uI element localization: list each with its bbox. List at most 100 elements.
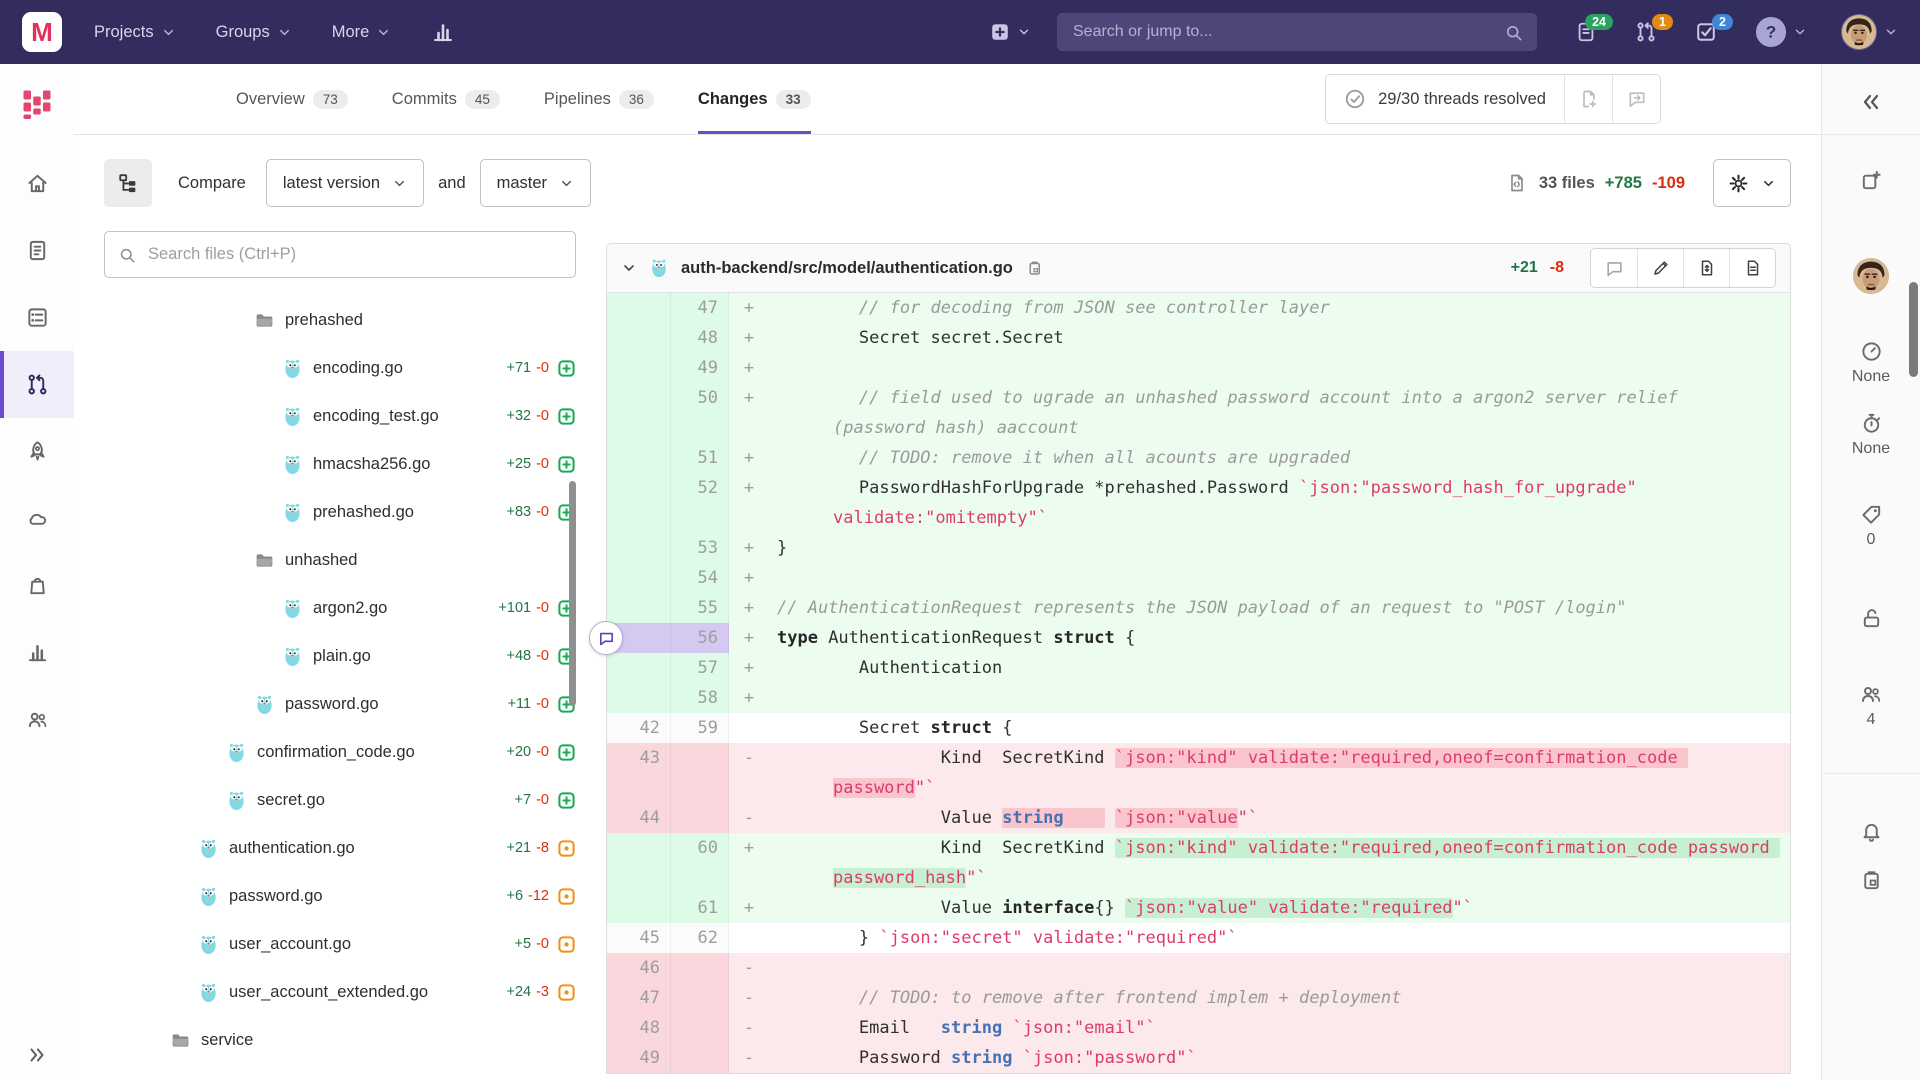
sidebar-item-merge-requests[interactable] — [0, 351, 74, 418]
tree-file-prehashed.go[interactable]: prehashed.go +83 -0 — [104, 488, 576, 536]
copy-path-button[interactable] — [1025, 259, 1043, 277]
new-line-number[interactable]: 49 — [671, 353, 729, 383]
diff-settings-button[interactable] — [1713, 159, 1791, 207]
participants-button[interactable] — [1859, 682, 1883, 706]
file-search[interactable] — [104, 231, 576, 278]
old-line-number[interactable]: 49 — [607, 1043, 671, 1073]
collapse-file-button[interactable] — [621, 260, 637, 276]
tree-file-password.go[interactable]: password.go +6 -12 — [104, 872, 576, 920]
toggle-comments-button[interactable] — [1591, 249, 1637, 287]
global-search-input[interactable] — [1071, 22, 1504, 42]
sidebar-item-members[interactable] — [0, 686, 74, 753]
new-line-number[interactable]: 55 — [671, 593, 729, 623]
page-scrollbar[interactable] — [1909, 282, 1918, 377]
jump-to-next-thread-button[interactable] — [1612, 75, 1660, 123]
new-line-number[interactable] — [671, 803, 729, 833]
global-search[interactable] — [1057, 13, 1537, 51]
tree-file-encoding.go[interactable]: encoding.go +71 -0 — [104, 344, 576, 392]
tree-folder-unhashed[interactable]: unhashed — [104, 536, 576, 584]
new-line-number[interactable]: 54 — [671, 563, 729, 593]
tab-pipelines[interactable]: Pipelines 36 — [544, 64, 654, 134]
new-line-number[interactable]: 56 — [671, 623, 729, 653]
tree-file-user_account.go[interactable]: user_account.go +5 -0 — [104, 920, 576, 968]
sidebar-item-analytics[interactable] — [0, 619, 74, 686]
new-line-number[interactable] — [671, 1013, 729, 1043]
resolve-with-issue-button[interactable] — [1564, 75, 1612, 123]
old-line-number[interactable] — [607, 323, 671, 353]
time-tracking-button[interactable] — [1860, 412, 1883, 435]
user-menu-button[interactable] — [1841, 14, 1898, 50]
nav-menu-groups[interactable]: Groups — [216, 23, 292, 42]
old-line-number[interactable] — [607, 893, 671, 923]
sidebar-item-issues[interactable] — [0, 284, 74, 351]
tree-file-confirmation_code.go[interactable]: confirmation_code.go +20 -0 — [104, 728, 576, 776]
new-line-number[interactable]: 48 — [671, 323, 729, 353]
issues-button[interactable]: 24 — [1575, 14, 1613, 43]
new-line-number[interactable] — [671, 1043, 729, 1073]
notifications-button[interactable] — [1860, 820, 1883, 843]
tree-file-argon2.go[interactable]: argon2.go +101 -0 — [104, 584, 576, 632]
sidebar-item-overview[interactable] — [0, 150, 74, 217]
merge-requests-button[interactable]: 1 — [1635, 14, 1673, 43]
threads-resolved-button[interactable]: 29/30 threads resolved — [1326, 75, 1564, 123]
sidebar-expand-button[interactable] — [0, 1044, 74, 1066]
help-menu-button[interactable] — [1755, 16, 1807, 48]
assignee-avatar[interactable] — [1853, 258, 1889, 294]
old-line-number[interactable]: 48 — [607, 1013, 671, 1043]
old-line-number[interactable] — [607, 533, 671, 563]
tree-file-authentication.go[interactable]: authentication.go +21 -8 — [104, 824, 576, 872]
milestone-button[interactable] — [1860, 340, 1883, 363]
tree-file-secret.go[interactable]: secret.go +7 -0 — [104, 776, 576, 824]
new-line-number[interactable] — [671, 743, 729, 803]
source-version-dropdown[interactable]: latest version — [265, 159, 425, 207]
new-line-number[interactable]: 59 — [671, 713, 729, 743]
new-line-number[interactable]: 47 — [671, 293, 729, 323]
sidebar-item-cicd[interactable] — [0, 418, 74, 485]
old-line-number[interactable] — [607, 653, 671, 683]
diff-file-path[interactable]: auth-backend/src/model/authentication.go — [681, 259, 1013, 278]
tab-commits[interactable]: Commits 45 — [392, 64, 500, 134]
tree-file-plain.go[interactable]: plain.go +48 -0 — [104, 632, 576, 680]
sidebar-item-packages[interactable] — [0, 552, 74, 619]
toggle-file-view-button[interactable] — [1683, 249, 1729, 287]
nav-menu-more[interactable]: More — [332, 23, 392, 42]
old-line-number[interactable] — [607, 833, 671, 893]
old-line-number[interactable] — [607, 443, 671, 473]
tree-file-hmacsha256.go[interactable]: hmacsha256.go +25 -0 — [104, 440, 576, 488]
new-line-number[interactable]: 53 — [671, 533, 729, 563]
edit-file-button[interactable] — [1637, 249, 1683, 287]
new-menu-button[interactable] — [989, 21, 1031, 43]
new-line-number[interactable]: 58 — [671, 683, 729, 713]
new-line-number[interactable]: 61 — [671, 893, 729, 923]
file-tree-toggle-button[interactable] — [104, 159, 152, 207]
new-line-number[interactable]: 57 — [671, 653, 729, 683]
new-line-number[interactable] — [671, 983, 729, 1013]
labels-button[interactable] — [1860, 503, 1883, 526]
tree-scrollbar[interactable] — [569, 481, 576, 706]
new-line-number[interactable]: 52 — [671, 473, 729, 533]
file-search-input[interactable] — [146, 244, 562, 265]
new-line-number[interactable]: 60 — [671, 833, 729, 893]
old-line-number[interactable] — [607, 473, 671, 533]
new-line-number[interactable]: 62 — [671, 923, 729, 953]
tab-changes[interactable]: Changes 33 — [697, 64, 811, 134]
tree-file-user_account_extended.go[interactable]: user_account_extended.go +24 -3 — [104, 968, 576, 1016]
copy-reference-button[interactable] — [1860, 869, 1883, 892]
old-line-number[interactable]: 47 — [607, 983, 671, 1013]
metrics-chart-button[interactable] — [431, 20, 455, 44]
tree-file-password.go[interactable]: password.go +11 -0 — [104, 680, 576, 728]
target-branch-dropdown[interactable]: master — [479, 159, 592, 207]
old-line-number[interactable]: 45 — [607, 923, 671, 953]
view-file-button[interactable] — [1729, 249, 1775, 287]
new-line-number[interactable]: 50 — [671, 383, 729, 443]
tree-file-encoding_test.go[interactable]: encoding_test.go +32 -0 — [104, 392, 576, 440]
sidebar-item-repository[interactable] — [0, 217, 74, 284]
sidebar-collapse-button[interactable] — [1859, 90, 1883, 114]
tree-folder-prehashed[interactable]: prehashed — [104, 296, 576, 344]
old-line-number[interactable] — [607, 293, 671, 323]
old-line-number[interactable] — [607, 563, 671, 593]
gitlab-logo[interactable]: M — [22, 12, 62, 52]
old-line-number[interactable]: 46 — [607, 953, 671, 983]
old-line-number[interactable] — [607, 383, 671, 443]
nav-menu-projects[interactable]: Projects — [94, 23, 176, 42]
